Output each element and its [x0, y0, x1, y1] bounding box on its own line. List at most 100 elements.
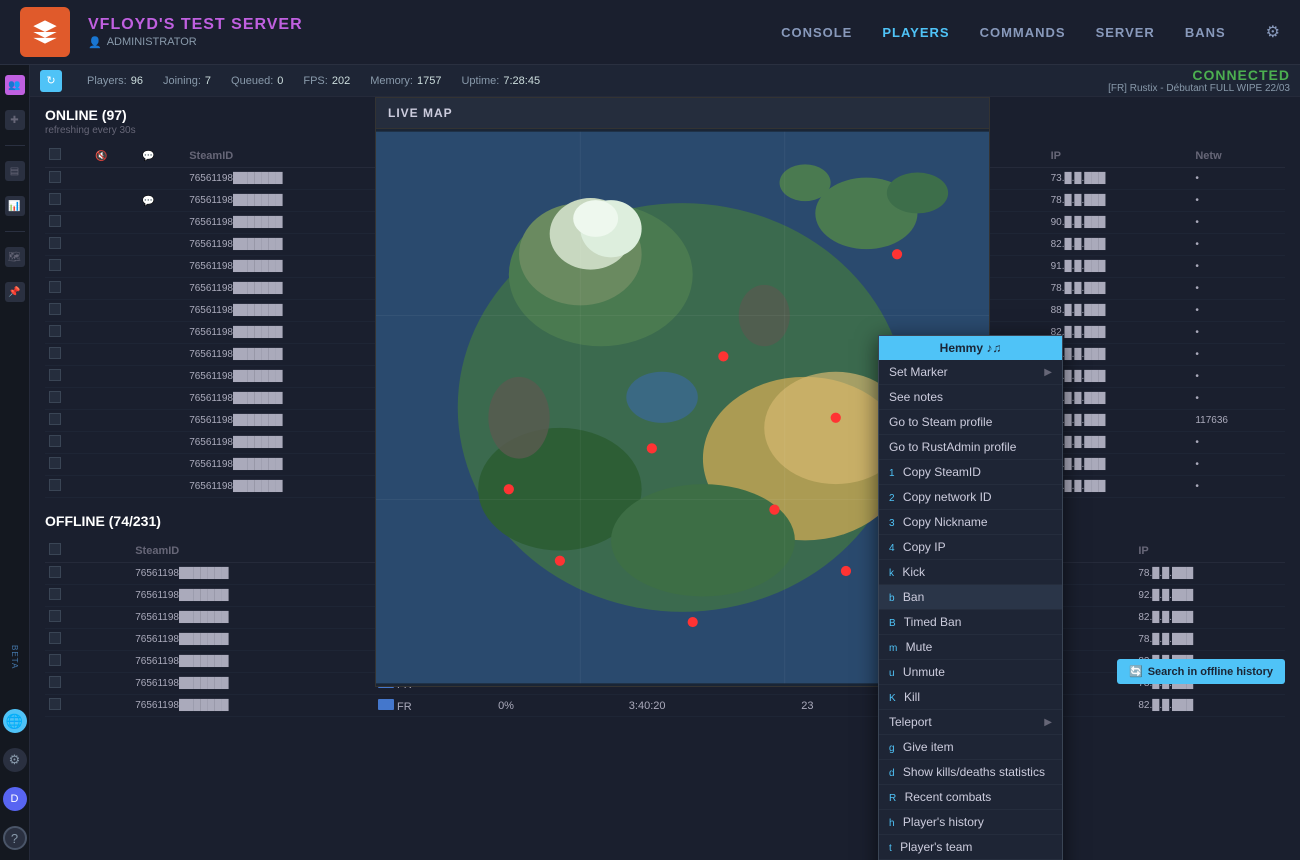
- row-checkbox[interactable]: [49, 632, 61, 644]
- cm-copy-ip[interactable]: 4 Copy IP: [879, 535, 1062, 560]
- row-checkbox[interactable]: [49, 676, 61, 688]
- cm-players-team[interactable]: t Player's team: [879, 835, 1062, 860]
- cm-mute[interactable]: m Mute: [879, 635, 1062, 660]
- steamid-cell: 76561198███████: [131, 673, 374, 695]
- connected-badge: CONNECTED: [1108, 67, 1290, 83]
- netw-cell: •: [1191, 432, 1285, 454]
- nav-server[interactable]: SERVER: [1096, 25, 1155, 40]
- sidebar-icon-map[interactable]: 🗺: [5, 247, 25, 267]
- cm-kill[interactable]: K Kill: [879, 685, 1062, 710]
- help-icon[interactable]: ?: [3, 826, 27, 850]
- row-checkbox[interactable]: [49, 413, 61, 425]
- cm-key: 4: [889, 543, 895, 554]
- cm-label: 2 Copy network ID: [889, 490, 992, 504]
- cm-copy-network-id[interactable]: 2 Copy network ID: [879, 485, 1062, 510]
- nav-console[interactable]: CONSOLE: [781, 25, 852, 40]
- row-checkbox[interactable]: [49, 566, 61, 578]
- row-checkbox[interactable]: [49, 698, 61, 710]
- status-memory: Memory: 1757: [370, 75, 441, 87]
- cm-teleport[interactable]: Teleport ▶: [879, 710, 1062, 735]
- row-checkbox[interactable]: [49, 171, 61, 183]
- server-label: [FR] Rustix - Débutant FULL WIPE 22/03: [1108, 83, 1290, 94]
- sidebar-icon-filter[interactable]: ▤: [5, 161, 25, 181]
- row-checkbox[interactable]: [49, 479, 61, 491]
- row-checkbox[interactable]: [49, 610, 61, 622]
- cm-give-item[interactable]: g Give item: [879, 735, 1062, 760]
- sidebar-icon-crosshair[interactable]: ✚: [5, 110, 25, 130]
- col-chat: [112, 539, 131, 563]
- nav-commands[interactable]: COMMANDS: [980, 25, 1066, 40]
- cm-label: Go to Steam profile: [889, 415, 992, 429]
- row-checkbox[interactable]: [49, 259, 61, 271]
- row-checkbox[interactable]: [49, 435, 61, 447]
- cm-copy-steamid[interactable]: 1 Copy SteamID: [879, 460, 1062, 485]
- cm-timed-ban[interactable]: B Timed Ban: [879, 610, 1062, 635]
- cm-label: 1 Copy SteamID: [889, 465, 981, 479]
- volume-icon: 🔇: [95, 151, 107, 162]
- settings-icon[interactable]: ⚙: [1266, 22, 1280, 42]
- cm-see-notes[interactable]: See notes: [879, 385, 1062, 410]
- row-checkbox[interactable]: [49, 391, 61, 403]
- cm-rustadmin-profile[interactable]: Go to RustAdmin profile: [879, 435, 1062, 460]
- logo: [20, 7, 70, 57]
- nav-links: CONSOLE PLAYERS COMMANDS SERVER BANS ⚙: [781, 22, 1280, 42]
- row-checkbox[interactable]: [49, 281, 61, 293]
- ip-cell: 90.█.█.███: [1047, 432, 1192, 454]
- cm-kills-deaths[interactable]: d Show kills/deaths statistics: [879, 760, 1062, 785]
- gear-icon[interactable]: ⚙: [3, 748, 27, 772]
- row-checkbox[interactable]: [49, 215, 61, 227]
- cm-copy-nickname[interactable]: 3 Copy Nickname: [879, 510, 1062, 535]
- row-checkbox[interactable]: [49, 347, 61, 359]
- row-checkbox[interactable]: [49, 237, 61, 249]
- nav-bans[interactable]: BANS: [1185, 25, 1226, 40]
- refresh-button[interactable]: ↻: [40, 70, 62, 92]
- table-row[interactable]: 76561198███████ FR0%3:40:202312/02/2021 …: [45, 695, 1285, 717]
- sidebar-icon-chart[interactable]: 📊: [5, 196, 25, 216]
- cm-ban[interactable]: b Ban: [879, 585, 1062, 610]
- cm-label: Go to RustAdmin profile: [889, 440, 1016, 454]
- cm-key: m: [889, 643, 897, 654]
- flag-fr: [378, 699, 394, 710]
- netw-cell: •: [1191, 366, 1285, 388]
- players-label: Players:: [87, 75, 127, 87]
- netw-cell: •: [1191, 322, 1285, 344]
- col-checkbox: [45, 144, 91, 168]
- globe-icon[interactable]: 🌐: [3, 709, 27, 733]
- content-area: ↻ Players: 96 Joining: 7 Queued: 0 FPS: …: [30, 65, 1300, 860]
- cm-label: b Ban: [889, 590, 924, 604]
- cm-recent-combats[interactable]: R Recent combats: [879, 785, 1062, 810]
- cm-set-marker[interactable]: Set Marker ▶: [879, 360, 1062, 385]
- cm-unmute[interactable]: u Unmute: [879, 660, 1062, 685]
- netw-cell: •: [1191, 212, 1285, 234]
- joining-value: 7: [205, 75, 211, 87]
- row-checkbox[interactable]: [49, 457, 61, 469]
- row-checkbox[interactable]: [49, 303, 61, 315]
- discord-icon[interactable]: D: [3, 787, 27, 811]
- sidebar-icon-players[interactable]: 👥: [5, 75, 25, 95]
- cm-label: K Kill: [889, 690, 920, 704]
- row-checkbox[interactable]: [49, 193, 61, 205]
- search-offline-button[interactable]: 🔄 Search in offline history: [1117, 659, 1285, 684]
- nav-players[interactable]: PLAYERS: [882, 25, 949, 40]
- cm-player-history[interactable]: h Player's history: [879, 810, 1062, 835]
- sidebar-divider-1: [5, 145, 25, 146]
- cm-label: g Give item: [889, 740, 954, 754]
- ip-cell: 82.█.█.███: [1134, 695, 1285, 717]
- cm-label: R Recent combats: [889, 790, 991, 804]
- col-steamid: SteamID: [131, 539, 374, 563]
- cm-kick[interactable]: k Kick: [879, 560, 1062, 585]
- row-checkbox[interactable]: [49, 654, 61, 666]
- sidebar-icon-pin[interactable]: 📌: [5, 282, 25, 302]
- cm-label: h Player's history: [889, 815, 984, 829]
- time-cell: 3:40:20: [625, 695, 797, 717]
- main-layout: 👥 ✚ ▤ 📊 🗺 📌 BETA 🌐 ⚙ D ? ↻ Players: 96 J…: [0, 65, 1300, 860]
- row-checkbox[interactable]: [49, 325, 61, 337]
- cm-label: B Timed Ban: [889, 615, 961, 629]
- header-checkbox[interactable]: [49, 148, 61, 160]
- row-checkbox[interactable]: [49, 369, 61, 381]
- header-checkbox[interactable]: [49, 543, 61, 555]
- row-checkbox[interactable]: [49, 588, 61, 600]
- memory-label: Memory:: [370, 75, 413, 87]
- context-menu: Hemmy ♪♫ Set Marker ▶ See notes Go to St…: [878, 335, 1063, 860]
- cm-steam-profile[interactable]: Go to Steam profile: [879, 410, 1062, 435]
